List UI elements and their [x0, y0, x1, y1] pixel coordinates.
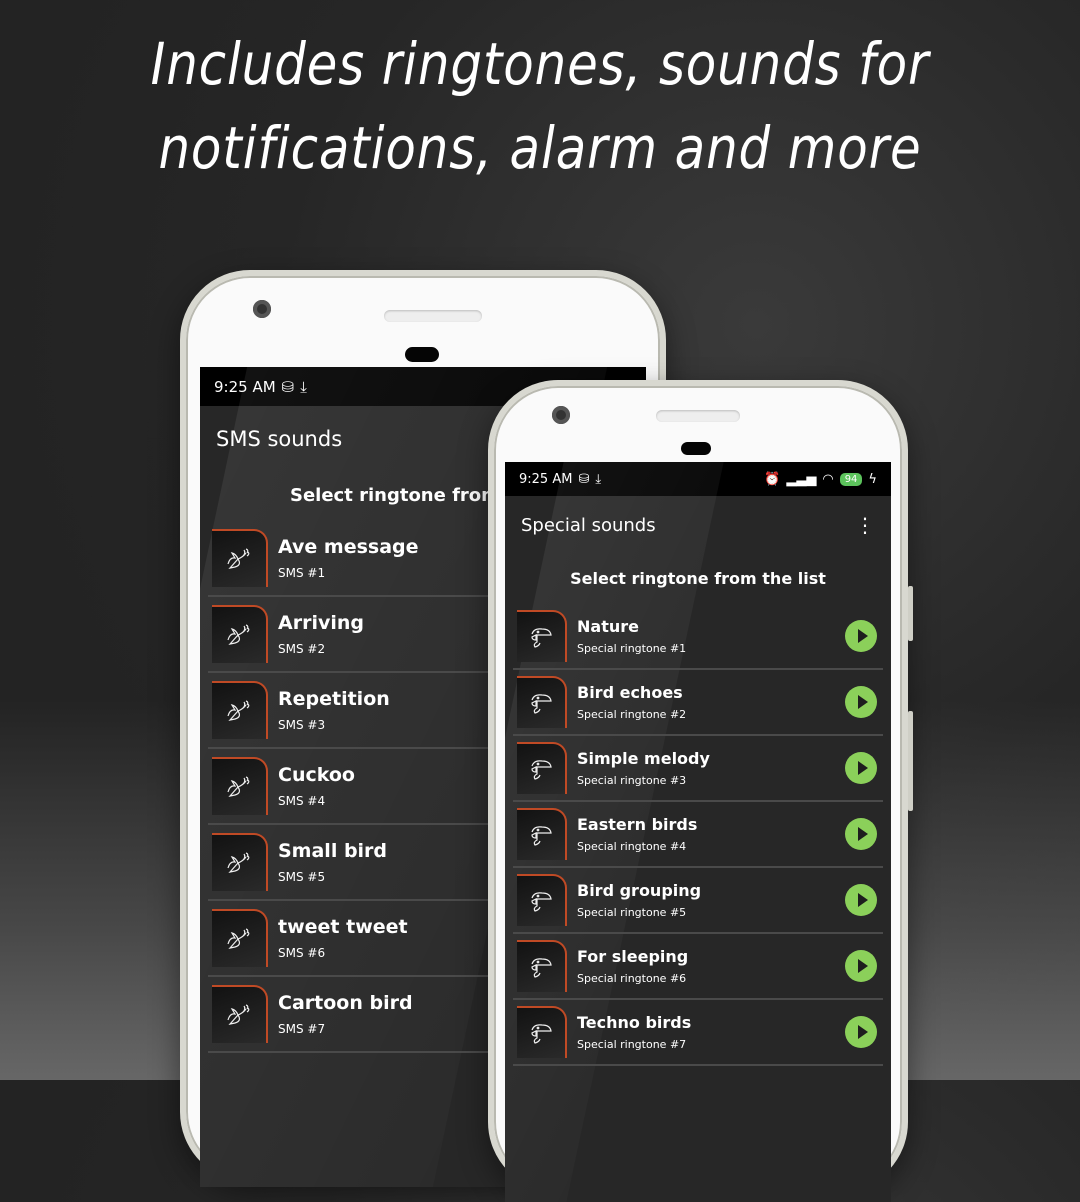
status-time: 9:25 AM	[519, 471, 573, 487]
dove-icon	[212, 529, 268, 587]
play-icon	[857, 1025, 868, 1039]
volume-button	[908, 586, 913, 641]
list-item[interactable]: Simple melody Special ringtone #3	[513, 736, 883, 802]
dove-icon	[212, 985, 268, 1043]
item-title: Bird grouping	[577, 881, 702, 900]
sim-icon: ⛁	[281, 377, 295, 396]
proximity-sensor	[681, 442, 711, 455]
list-item[interactable]: Nature Special ringtone #1	[513, 604, 883, 670]
item-subtitle: Special ringtone #7	[577, 1038, 687, 1051]
item-subtitle: Special ringtone #4	[577, 840, 687, 853]
signal-icon: ▂▃▅	[786, 471, 817, 487]
play-button[interactable]	[845, 620, 877, 652]
play-button[interactable]	[845, 686, 877, 718]
front-camera	[253, 300, 271, 318]
list-subtitle: Select ringtone from the list	[570, 569, 826, 588]
front-camera	[552, 406, 570, 424]
list-item[interactable]: For sleeping Special ringtone #6	[513, 934, 883, 1000]
dove-icon	[212, 757, 268, 815]
wifi-icon: ◠	[822, 471, 834, 487]
play-icon	[857, 959, 868, 973]
dove-icon	[212, 605, 268, 663]
play-button[interactable]	[845, 1016, 877, 1048]
charging-icon: ϟ	[868, 471, 877, 487]
more-options-icon[interactable]: ⋮	[855, 513, 875, 537]
dove-icon	[212, 909, 268, 967]
list-item[interactable]: Techno birds Special ringtone #7	[513, 1000, 883, 1066]
app-title: Special sounds	[521, 514, 656, 536]
play-button[interactable]	[845, 752, 877, 784]
app-bar: Special sounds ⋮	[505, 496, 891, 554]
promo-headline: Includes ringtones, sounds for notificat…	[76, 22, 1005, 190]
battery-icon: 94	[839, 472, 863, 486]
item-subtitle: Special ringtone #1	[577, 642, 687, 655]
download-icon: ⤓	[595, 471, 602, 487]
item-title: Techno birds	[577, 1013, 692, 1032]
play-icon	[857, 893, 868, 907]
play-icon	[857, 827, 868, 841]
screen-special-sounds: 9:25 AM ⛁ ⤓ ⏰ ▂▃▅ ◠ 94 ϟ Special sounds …	[505, 462, 891, 1202]
sim-icon: ⛁	[578, 471, 590, 487]
toucan-icon	[517, 808, 567, 860]
earpiece-speaker	[656, 410, 740, 422]
dove-icon	[212, 833, 268, 891]
item-title: Eastern birds	[577, 815, 698, 834]
play-button[interactable]	[845, 884, 877, 916]
toucan-icon	[517, 676, 567, 728]
status-bar: 9:25 AM ⛁ ⤓ ⏰ ▂▃▅ ◠ 94 ϟ	[505, 462, 891, 496]
toucan-icon	[517, 940, 567, 992]
phone-right: 9:25 AM ⛁ ⤓ ⏰ ▂▃▅ ◠ 94 ϟ Special sounds …	[488, 380, 913, 1202]
item-subtitle: Special ringtone #5	[577, 906, 687, 919]
play-icon	[857, 629, 868, 643]
toucan-icon	[517, 874, 567, 926]
toucan-icon	[517, 742, 567, 794]
item-title: Bird echoes	[577, 683, 683, 702]
item-title: Nature	[577, 617, 639, 636]
list-item[interactable]: Bird echoes Special ringtone #2	[513, 670, 883, 736]
item-title: Simple melody	[577, 749, 710, 768]
earpiece-speaker	[384, 310, 482, 322]
alarm-icon: ⏰	[764, 471, 781, 487]
play-button[interactable]	[845, 818, 877, 850]
proximity-sensor	[405, 347, 439, 362]
list-item[interactable]: Eastern birds Special ringtone #4	[513, 802, 883, 868]
item-title: For sleeping	[577, 947, 689, 966]
play-icon	[857, 761, 868, 775]
item-subtitle: Special ringtone #3	[577, 774, 687, 787]
toucan-icon	[517, 1006, 567, 1058]
ringtone-list: Nature Special ringtone #1 Bird echoes Spec…	[505, 604, 891, 1066]
play-icon	[857, 695, 868, 709]
status-time: 9:25 AM	[214, 377, 276, 396]
headline-line-2: notifications, alarm and more	[158, 114, 922, 182]
item-subtitle: Special ringtone #2	[577, 708, 687, 721]
item-subtitle: Special ringtone #6	[577, 972, 687, 985]
toucan-icon	[517, 610, 567, 662]
headline-line-1: Includes ringtones, sounds for	[150, 30, 930, 98]
app-title: SMS sounds	[216, 426, 343, 451]
play-button[interactable]	[845, 950, 877, 982]
dove-icon	[212, 681, 268, 739]
power-button	[908, 711, 913, 811]
list-item[interactable]: Bird grouping Special ringtone #5	[513, 868, 883, 934]
download-icon: ⤓	[300, 377, 307, 396]
